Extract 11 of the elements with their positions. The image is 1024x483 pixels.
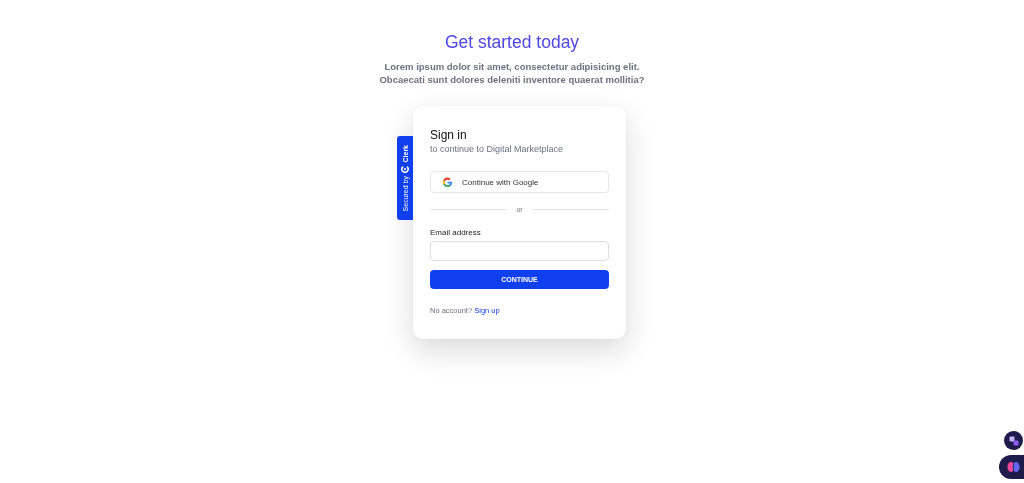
card-title: Sign in	[430, 127, 468, 143]
logo-icon	[401, 165, 409, 174]
google-icon	[442, 176, 453, 188]
page-subtitle: Lorem ipsum dolor sit amet, consectetur adipisicing elit. Obcaecati sunt dolores deleniti inventore quaerat mollitia?	[379, 60, 645, 86]
card-subtitle: to continue to Digital Marketplace	[430, 144, 565, 154]
google-button[interactable]: Continue with Google	[430, 171, 609, 193]
page-title: Get started today	[444, 31, 580, 53]
brain-icon	[1007, 461, 1020, 473]
email-field[interactable]	[430, 241, 609, 261]
brain-button[interactable]	[999, 455, 1024, 479]
field-label: Email address	[430, 228, 482, 237]
